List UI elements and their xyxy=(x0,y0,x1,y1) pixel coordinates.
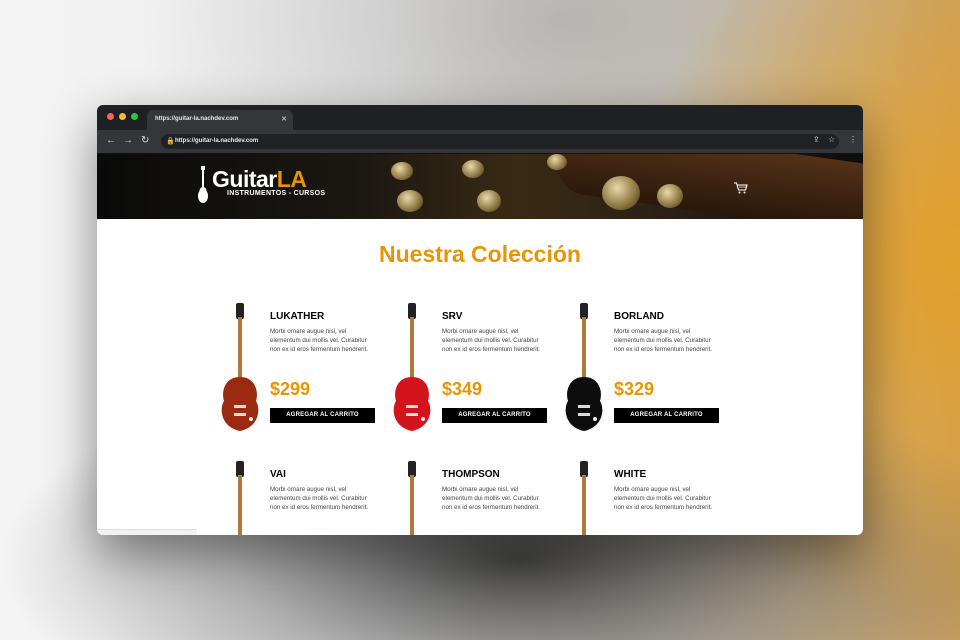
lock-icon: 🔒 xyxy=(166,138,175,145)
url-input[interactable]: 🔒 https://guitar-la.nachdev.com xyxy=(161,134,839,149)
tab-bar: https://guitar-la.nachdev.com ✕ xyxy=(97,105,863,130)
guitar-image xyxy=(393,303,431,431)
guitar-image xyxy=(580,461,588,535)
product-description: Morbi ornare augue nisl, vel elementum d… xyxy=(442,486,541,512)
logo-accent: LA xyxy=(276,166,307,192)
product-name: WHITE xyxy=(614,469,647,480)
tuning-peg xyxy=(391,162,413,180)
add-to-cart-button[interactable]: AGREGAR AL CARRITO xyxy=(442,408,547,423)
maximize-window-button[interactable] xyxy=(131,113,138,120)
tuning-peg xyxy=(477,190,501,212)
share-icon[interactable]: ⇪ xyxy=(813,135,820,144)
page-content: Nuestra Colección LUKATHER Morbi ornare … xyxy=(97,219,863,535)
guitar-image xyxy=(236,461,244,535)
logo-text: GuitarLA xyxy=(212,166,325,193)
tuning-peg xyxy=(657,184,683,208)
browser-tab[interactable]: https://guitar-la.nachdev.com ✕ xyxy=(147,110,293,130)
product-name: LUKATHER xyxy=(270,311,325,322)
product-description: Morbi ornare augue nisl, vel elementum d… xyxy=(614,328,713,354)
guitar-image xyxy=(408,461,416,535)
tuning-peg xyxy=(547,154,567,170)
product-price: $329 xyxy=(614,379,655,399)
product-card-borland: BORLAND Morbi ornare augue nisl, vel ele… xyxy=(559,301,729,441)
product-name: BORLAND xyxy=(614,311,664,322)
product-description: Morbi ornare augue nisl, vel elementum d… xyxy=(442,328,541,354)
product-price: $299 xyxy=(270,379,311,399)
product-card-thompson: THOMPSON Morbi ornare augue nisl, vel el… xyxy=(387,459,557,535)
add-to-cart-button[interactable]: AGREGAR AL CARRITO xyxy=(614,408,719,423)
logo-main: Guitar xyxy=(212,166,277,192)
product-card-vai: VAI Morbi ornare augue nisl, vel element… xyxy=(215,459,385,535)
status-bar xyxy=(97,529,197,535)
product-card-lukather: LUKATHER Morbi ornare augue nisl, vel el… xyxy=(215,301,385,441)
product-description: Morbi ornare augue nisl, vel elementum d… xyxy=(270,486,369,512)
tuning-peg xyxy=(602,176,640,210)
reload-icon[interactable]: ↻ xyxy=(141,135,149,146)
browser-menu-icon[interactable]: ⋮ xyxy=(849,135,857,144)
forward-arrow-icon[interactable]: → xyxy=(123,135,133,146)
product-card-white: WHITE Morbi ornare augue nisl, vel eleme… xyxy=(559,459,729,535)
page-title: Nuestra Colección xyxy=(379,241,581,267)
window-controls xyxy=(107,113,138,120)
product-description: Morbi ornare augue nisl, vel elementum d… xyxy=(270,328,369,354)
product-description: Morbi ornare augue nisl, vel elementum d… xyxy=(614,486,713,512)
minimize-window-button[interactable] xyxy=(119,113,126,120)
cart-icon[interactable] xyxy=(734,182,748,194)
tuning-peg xyxy=(462,160,484,178)
url-text: https://guitar-la.nachdev.com xyxy=(175,138,259,144)
close-tab-icon[interactable]: ✕ xyxy=(281,115,287,123)
back-arrow-icon[interactable]: ← xyxy=(106,135,116,146)
site-logo[interactable]: GuitarLA INSTRUMENTOS - CURSOS xyxy=(198,166,326,203)
product-name: THOMPSON xyxy=(442,469,500,480)
bookmark-star-icon[interactable]: ☆ xyxy=(828,135,835,144)
product-price: $349 xyxy=(442,379,483,399)
close-window-button[interactable] xyxy=(107,113,114,120)
product-card-srv: SRV Morbi ornare augue nisl, vel element… xyxy=(387,301,557,441)
product-name: VAI xyxy=(270,469,286,480)
headstock-background xyxy=(553,154,863,219)
address-bar-row: ← → ↻ 🔒 https://guitar-la.nachdev.com ⇪ … xyxy=(97,130,863,154)
product-name: SRV xyxy=(442,311,463,322)
guitar-image xyxy=(221,303,259,431)
logo-subtitle: INSTRUMENTOS - CURSOS xyxy=(227,190,326,197)
guitar-image xyxy=(565,303,603,431)
site-header: GuitarLA INSTRUMENTOS - CURSOS xyxy=(97,154,863,219)
tab-title: https://guitar-la.nachdev.com xyxy=(155,116,239,122)
tuning-peg xyxy=(397,190,423,212)
browser-window: https://guitar-la.nachdev.com ✕ ← → ↻ 🔒 … xyxy=(97,105,863,535)
guitar-logo-icon xyxy=(198,166,208,203)
add-to-cart-button[interactable]: AGREGAR AL CARRITO xyxy=(270,408,375,423)
